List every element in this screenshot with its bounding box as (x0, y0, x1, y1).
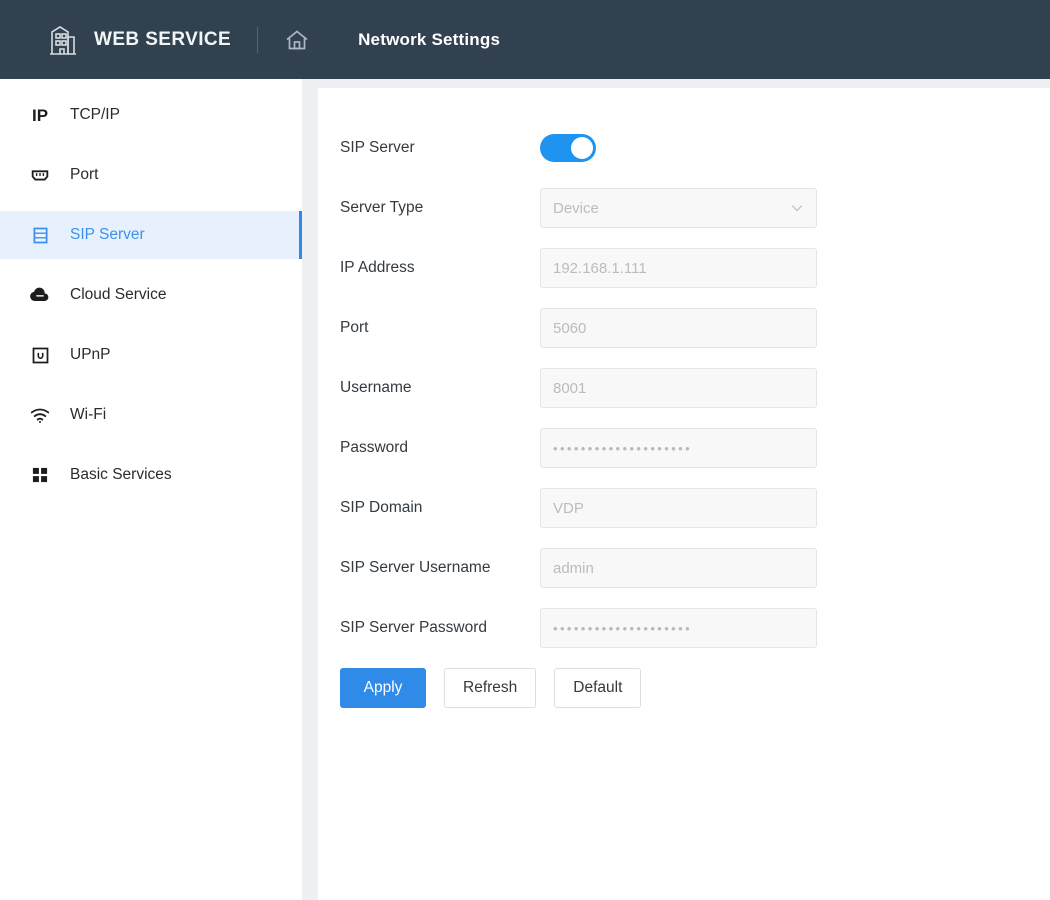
sidebar-item-label: Wi-Fi (70, 406, 107, 423)
ip-address-input[interactable]: 192.168.1.111 (540, 248, 817, 288)
sidebar-item-label: Cloud Service (70, 286, 167, 303)
sidebar-item-tcpip[interactable]: IP TCP/IP (0, 91, 302, 139)
sidebar-item-label: Basic Services (70, 466, 172, 483)
sidebar-item-port[interactable]: Port (0, 151, 302, 199)
sidebar-item-cloud-service[interactable]: Cloud Service (0, 271, 302, 319)
sidebar-item-label: TCP/IP (70, 106, 120, 123)
app-header: WEB SERVICE Network Settings (0, 0, 1050, 79)
sip-server-label: SIP Server (340, 139, 415, 156)
sip-server-password-input[interactable]: •••••••••••••••••••• (540, 608, 817, 648)
refresh-button[interactable]: Refresh (444, 668, 537, 708)
password-field: •••••••••••••••••••• (540, 428, 817, 468)
upnp-icon (28, 343, 52, 367)
sip-server-username-label: SIP Server Username (340, 559, 491, 576)
cloud-icon (28, 283, 52, 307)
home-icon[interactable] (284, 27, 310, 53)
password-value: •••••••••••••••••••• (553, 440, 693, 456)
form-row-sip-server: SIP Server (340, 128, 1050, 168)
sip-server-password-field: •••••••••••••••••••• (540, 608, 817, 648)
brand: WEB SERVICE (48, 24, 231, 56)
sip-domain-label: SIP Domain (340, 499, 423, 516)
sip-server-username-field: admin (540, 548, 817, 588)
ethernet-port-icon (28, 163, 52, 187)
header-divider (257, 26, 259, 53)
port-field: 5060 (540, 308, 817, 348)
content-panel: SIP Server Server Type Device IP Address… (318, 88, 1050, 900)
app-body: IP TCP/IP Port SIP Server Cloud Service … (0, 79, 1050, 900)
server-type-field: Device (540, 188, 817, 228)
server-rack-icon (28, 223, 52, 247)
ip-address-label: IP Address (340, 259, 415, 276)
brand-title: WEB SERVICE (94, 28, 232, 50)
sip-server-password-label: SIP Server Password (340, 619, 488, 636)
sidebar-item-sip-server[interactable]: SIP Server (0, 211, 302, 259)
username-label: Username (340, 379, 412, 396)
sidebar-item-label: UPnP (70, 346, 111, 363)
sip-server-field (540, 134, 817, 162)
form-row-server-type: Server Type Device (340, 188, 1050, 228)
chevron-down-icon (790, 201, 804, 215)
form-row-sip-server-username: SIP Server Username admin (340, 548, 1050, 588)
username-input[interactable]: 8001 (540, 368, 817, 408)
port-value: 5060 (553, 319, 587, 337)
sidebar-item-label: Port (70, 166, 99, 183)
port-input[interactable]: 5060 (540, 308, 817, 348)
sip-server-username-input[interactable]: admin (540, 548, 817, 588)
sip-server-password-value: •••••••••••••••••••• (553, 620, 693, 636)
sip-server-toggle[interactable] (540, 134, 596, 162)
ip-icon: IP (31, 105, 49, 125)
form-row-sip-domain: SIP Domain VDP (340, 488, 1050, 528)
username-value: 8001 (553, 379, 587, 397)
apply-button[interactable]: Apply (340, 668, 426, 708)
port-label: Port (340, 319, 369, 336)
password-label: Password (340, 439, 409, 456)
form-row-sip-server-password: SIP Server Password •••••••••••••••••••• (340, 608, 1050, 648)
page-title: Network Settings (358, 29, 501, 49)
ip-address-field: 192.168.1.111 (540, 248, 817, 288)
sidebar-item-upnp[interactable]: UPnP (0, 331, 302, 379)
password-input[interactable]: •••••••••••••••••••• (540, 428, 817, 468)
server-type-label: Server Type (340, 199, 424, 216)
grid-icon (28, 463, 52, 487)
toggle-knob (571, 137, 593, 159)
ip-address-value: 192.168.1.111 (553, 259, 647, 277)
form-row-username: Username 8001 (340, 368, 1050, 408)
wifi-icon (28, 403, 52, 427)
sidebar-item-wifi[interactable]: Wi-Fi (0, 391, 302, 439)
sip-domain-field: VDP (540, 488, 817, 528)
sidebar-item-label: SIP Server (70, 226, 145, 243)
building-icon (48, 24, 78, 56)
form-actions: Apply Refresh Default (340, 668, 1050, 708)
sip-domain-input[interactable]: VDP (540, 488, 817, 528)
username-field: 8001 (540, 368, 817, 408)
sip-server-form: SIP Server Server Type Device IP Address… (318, 88, 1050, 708)
form-row-password: Password •••••••••••••••••••• (340, 428, 1050, 468)
sidebar-item-basic-services[interactable]: Basic Services (0, 451, 302, 499)
server-type-select[interactable]: Device (540, 188, 817, 228)
server-type-value: Device (553, 199, 599, 217)
sidebar: IP TCP/IP Port SIP Server Cloud Service … (0, 79, 302, 900)
sip-domain-value: VDP (553, 499, 584, 517)
form-row-port: Port 5060 (340, 308, 1050, 348)
form-row-ip-address: IP Address 192.168.1.111 (340, 248, 1050, 288)
sip-server-username-value: admin (553, 559, 594, 577)
default-button[interactable]: Default (554, 668, 642, 708)
